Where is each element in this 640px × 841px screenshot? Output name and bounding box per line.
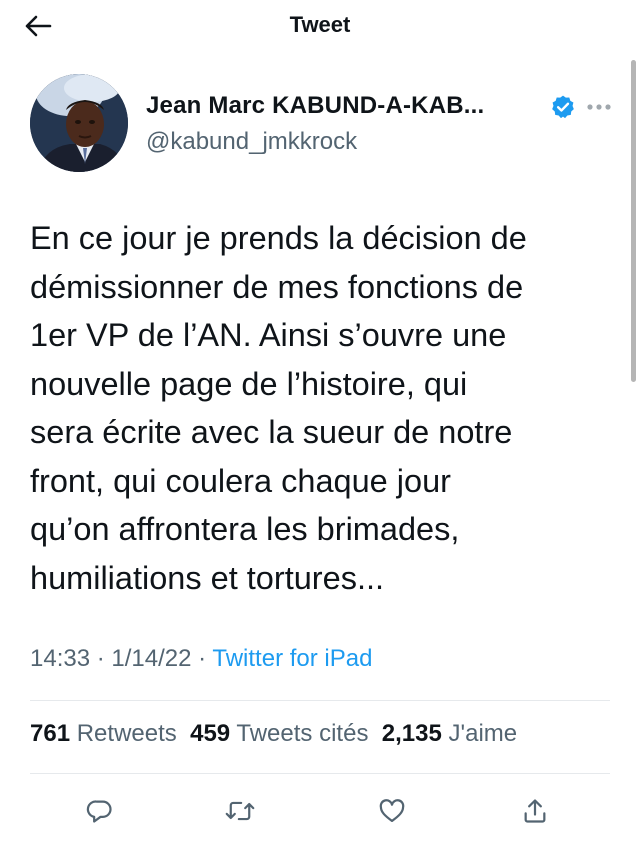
reply-icon <box>86 800 112 823</box>
retweets-stat[interactable]: 761 Retweets <box>30 720 177 747</box>
tweet-source-link[interactable]: Twitter for iPad <box>212 645 372 672</box>
tweet-line: front, qui coulera chaque jour <box>30 462 451 499</box>
quotes-stat[interactable]: 459 Tweets cités <box>190 720 368 747</box>
top-bar: Tweet <box>0 0 640 52</box>
tweet-line: sera écrite avec la sueur de notre <box>30 414 513 450</box>
tweet-line: nouvelle page de l’histoire, qui <box>30 365 468 402</box>
share-icon <box>524 799 546 823</box>
reply-button[interactable] <box>78 789 122 833</box>
author-handle[interactable]: @kabund_jmkkrock <box>146 128 357 156</box>
retweet-icon <box>225 801 255 821</box>
retweet-button[interactable] <box>218 789 262 833</box>
share-button[interactable] <box>513 789 557 833</box>
meta-separator: · <box>96 645 105 672</box>
divider <box>30 700 610 701</box>
tweet-date: 1/14/22 <box>111 645 192 672</box>
divider <box>30 773 610 774</box>
likes-count: 2,135 <box>381 720 442 747</box>
like-button[interactable] <box>370 789 414 833</box>
retweets-count: 761 <box>30 720 71 747</box>
retweets-label: Retweets <box>76 720 177 747</box>
profile-photo <box>30 74 128 172</box>
tweet-line: qu’on affrontera les brimades, <box>30 511 460 547</box>
tweet-line: 1er VP de l’AN. Ainsi s’ouvre une <box>30 317 507 353</box>
likes-stat[interactable]: 2,135 J'aime <box>382 720 517 747</box>
more-options-button[interactable] <box>583 96 615 118</box>
tweet-body: En ce jour je prends la décision de démi… <box>30 214 620 602</box>
tweet-line: démissionner de mes fonctions de <box>30 268 524 305</box>
tweet-line: humiliations et tortures... <box>30 559 385 596</box>
scrollbar[interactable] <box>631 60 636 382</box>
meta-separator: · <box>198 645 207 672</box>
action-bar <box>0 789 640 833</box>
page-title: Tweet <box>289 12 351 37</box>
author-display-name[interactable]: Jean Marc KABUND-A-KAB... <box>146 92 484 120</box>
tweet-time: 14:33 <box>30 645 91 672</box>
quotes-label: Tweets cités <box>236 720 369 747</box>
likes-label: J'aime <box>448 720 518 747</box>
avatar[interactable] <box>30 74 128 172</box>
more-horizontal-icon <box>587 104 611 110</box>
tweet-meta: 14:33 · 1/14/22 · Twitter for iPad <box>30 645 372 673</box>
quotes-count: 459 <box>190 720 231 747</box>
like-icon <box>379 799 405 823</box>
verified-badge-icon <box>552 95 574 119</box>
tweet-line: En ce jour je prends la décision de <box>30 220 527 256</box>
tweet-stats: 761 Retweets 459 Tweets cités 2,135 J'ai… <box>30 720 517 748</box>
